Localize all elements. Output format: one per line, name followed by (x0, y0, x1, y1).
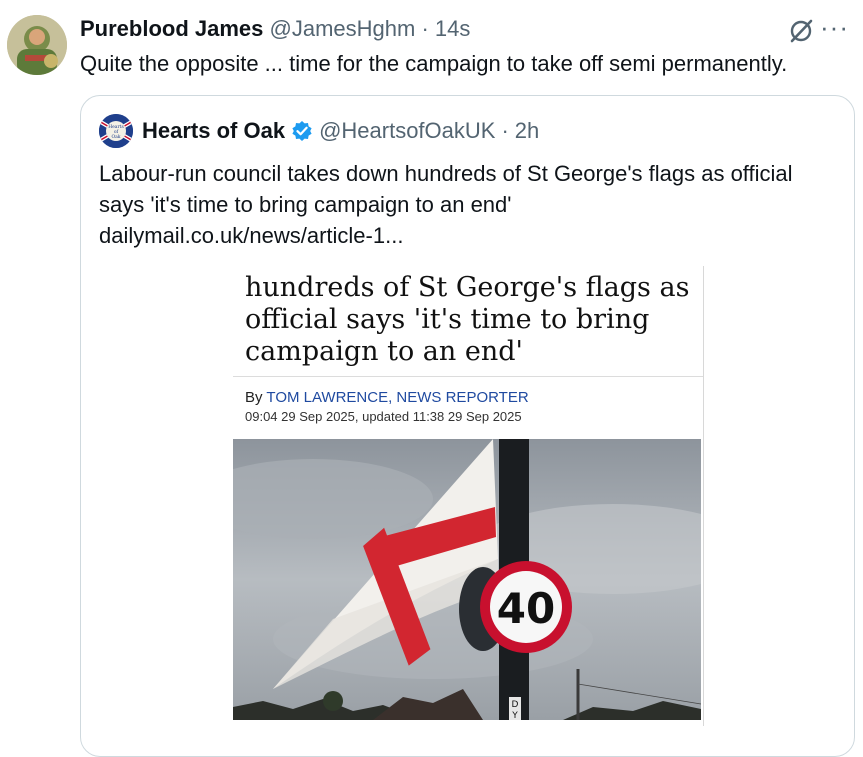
grok-icon[interactable] (787, 17, 815, 45)
headline-line: campaign to an end' (245, 336, 523, 367)
avatar-text-3: Oak (111, 134, 120, 140)
quoted-author-avatar[interactable]: Hearts of Oak (99, 114, 133, 148)
byline-author: TOM LAWRENCE, NEWS REPORTER (266, 389, 529, 406)
quoted-separator-dot: · (501, 118, 509, 143)
tweet-text: Quite the opposite ... time for the camp… (80, 51, 788, 76)
author-handle[interactable]: @JamesHghm (270, 16, 416, 41)
pole-letter-1: D (512, 700, 519, 710)
more-options-icon[interactable]: ··· (820, 12, 849, 43)
tweet-time[interactable]: 14s (435, 16, 470, 41)
headline-line: hundreds of St George's flags as (245, 272, 690, 303)
article-dateline: 09:04 29 Sep 2025, updated 11:38 29 Sep … (245, 409, 522, 424)
headline-line: official says 'it's time to bring (245, 304, 650, 335)
article-byline: By TOM LAWRENCE, NEWS REPORTER (245, 389, 529, 406)
author-avatar[interactable] (7, 15, 67, 75)
pole-letter-2: Y (511, 711, 518, 720)
quoted-tweet-time[interactable]: 2h (515, 118, 539, 144)
author-name[interactable]: Pureblood James (80, 16, 263, 41)
quoted-link[interactable]: dailymail.co.uk/news/article-1... (99, 220, 839, 251)
speed-limit-text: 40 (497, 584, 555, 633)
quoted-tweet-header: Hearts of Oak @HeartsofOakUK · 2h (142, 118, 539, 144)
byline-prefix: By (245, 389, 263, 406)
article-border (703, 266, 704, 726)
quoted-text-line: says 'it's time to bring campaign to an … (99, 192, 512, 217)
tweet-header: Pureblood James @JamesHghm · 14s (80, 16, 470, 42)
verified-badge-icon (291, 120, 313, 142)
quoted-author-name[interactable]: Hearts of Oak (142, 118, 285, 144)
quoted-author-handle[interactable]: @HeartsofOakUK (319, 118, 495, 144)
separator-dot: · (421, 16, 429, 41)
article-photo: D Y 40 (233, 439, 701, 720)
quoted-text-line: Labour-run council takes down hundreds o… (99, 161, 793, 186)
quoted-tweet-card[interactable]: Hearts of Oak Hearts of Oak @HeartsofOak… (80, 95, 855, 757)
article-screenshot[interactable]: hundreds of St George's flags as officia… (233, 266, 704, 726)
article-headline: hundreds of St George's flags as officia… (245, 272, 689, 368)
article-divider (233, 376, 703, 377)
quoted-tweet-text: Labour-run council takes down hundreds o… (99, 158, 839, 251)
